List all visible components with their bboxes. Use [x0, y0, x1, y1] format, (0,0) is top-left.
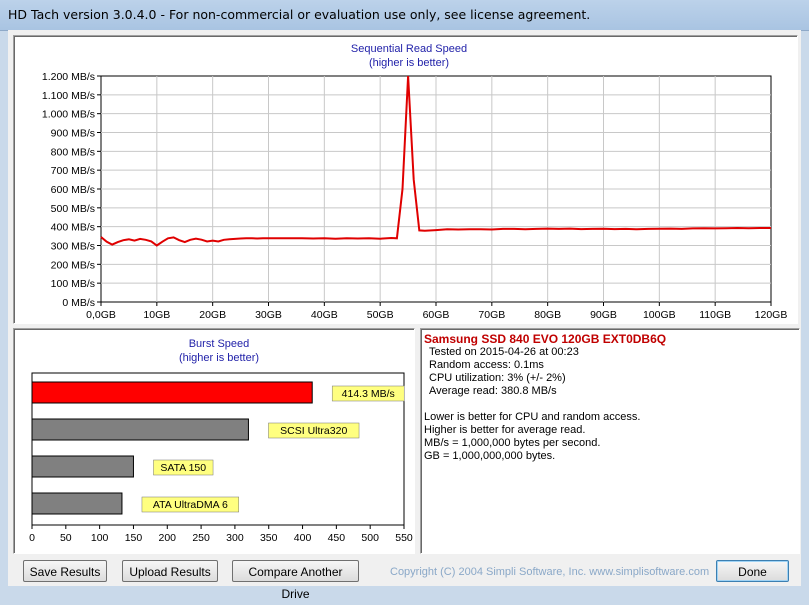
- burst-x-tick-label: 200: [159, 532, 177, 544]
- bar-label: SCSI Ultra320: [280, 425, 347, 437]
- y-tick-label: 1.000 MB/s: [42, 109, 95, 121]
- burst-speed-chart: Burst Speed (higher is better) 414.3 MB/…: [29, 338, 413, 544]
- burst-x-tick-label: 300: [226, 532, 244, 544]
- x-tick-label: 30GB: [255, 309, 282, 321]
- burst-x-tick-label: 100: [91, 532, 109, 544]
- title-bar[interactable]: HD Tach version 3.0.4.0 - For non-commer…: [0, 0, 809, 31]
- x-tick-label: 90GB: [590, 309, 617, 321]
- x-tick-label: 80GB: [534, 309, 561, 321]
- x-tick-label: 0,0GB: [86, 309, 116, 321]
- x-tick-label: 60GB: [423, 309, 450, 321]
- y-tick-label: 400 MB/s: [51, 222, 95, 234]
- x-tick-label: 50GB: [367, 309, 394, 321]
- burst-x-tick-label: 150: [125, 532, 143, 544]
- y-tick-label: 600 MB/s: [51, 184, 95, 196]
- random-access: Random access: 0.1ms: [429, 359, 544, 371]
- burst-x-tick-label: 500: [361, 532, 379, 544]
- main-window: Sequential Read Speed (higher is better)…: [8, 30, 801, 601]
- results-info-panel: Samsung SSD 840 EVO 120GB EXT0DB6Q Teste…: [420, 328, 800, 554]
- burst-title: Burst Speed: [189, 338, 250, 350]
- x-tick-label: 120GB: [755, 309, 788, 321]
- burst-bar: [31, 492, 123, 515]
- y-tick-label: 1.200 MB/s: [42, 71, 95, 83]
- burst-x-tick-label: 450: [328, 532, 346, 544]
- note-mbs-definition: MB/s = 1,000,000 bytes per second.: [424, 437, 601, 449]
- y-tick-label: 300 MB/s: [51, 241, 95, 253]
- x-tick-label: 20GB: [199, 309, 226, 321]
- average-read: Average read: 380.8 MB/s: [429, 385, 557, 397]
- y-tick-label: 0 MB/s: [62, 297, 95, 309]
- bar-label: 414.3 MB/s: [342, 388, 395, 400]
- y-tick-label: 200 MB/s: [51, 259, 95, 271]
- x-tick-label: 10GB: [143, 309, 170, 321]
- burst-bar: [31, 455, 134, 478]
- note-lower-better: Lower is better for CPU and random acces…: [424, 411, 641, 423]
- window-title: HD Tach version 3.0.4.0 - For non-commer…: [8, 7, 591, 22]
- x-tick-label: 100GB: [643, 309, 676, 321]
- burst-x-tick-label: 50: [60, 532, 72, 544]
- sequential-read-chart: Sequential Read Speed (higher is better)…: [42, 43, 788, 321]
- upload-results-button[interactable]: Upload Results: [122, 560, 218, 582]
- y-tick-label: 1.100 MB/s: [42, 90, 95, 102]
- bar-label: ATA UltraDMA 6: [153, 499, 228, 511]
- tested-date: Tested on 2015-04-26 at 00:23: [429, 346, 579, 358]
- copyright-text: Copyright (C) 2004 Simpli Software, Inc.…: [390, 566, 710, 578]
- x-tick-label: 70GB: [478, 309, 505, 321]
- burst-speed-panel: Burst Speed (higher is better) 414.3 MB/…: [13, 328, 415, 554]
- burst-x-tick-label: 550: [395, 532, 413, 544]
- burst-bar: [31, 418, 249, 441]
- burst-x-tick-label: 0: [29, 532, 35, 544]
- bar-label: SATA 150: [160, 462, 206, 474]
- drive-name: Samsung SSD 840 EVO 120GB EXT0DB6Q: [424, 332, 667, 346]
- burst-x-tick-label: 250: [192, 532, 210, 544]
- burst-x-tick-label: 350: [260, 532, 278, 544]
- chart-title: Sequential Read Speed: [351, 43, 467, 55]
- y-tick-label: 900 MB/s: [51, 128, 95, 140]
- save-results-button[interactable]: Save Results: [23, 560, 107, 582]
- y-tick-label: 700 MB/s: [51, 165, 95, 177]
- note-gb-definition: GB = 1,000,000,000 bytes.: [424, 450, 556, 462]
- sequential-read-panel: Sequential Read Speed (higher is better)…: [13, 35, 798, 324]
- compare-drive-button[interactable]: Compare Another Drive: [232, 560, 359, 601]
- y-tick-label: 800 MB/s: [51, 146, 95, 158]
- x-tick-label: 40GB: [311, 309, 338, 321]
- note-higher-better: Higher is better for average read.: [424, 424, 586, 436]
- chart-subtitle: (higher is better): [369, 57, 449, 69]
- burst-bar: [31, 381, 313, 404]
- y-tick-label: 100 MB/s: [51, 278, 95, 290]
- done-button[interactable]: Done: [716, 560, 789, 582]
- y-tick-label: 500 MB/s: [51, 203, 95, 215]
- burst-x-tick-label: 400: [294, 532, 312, 544]
- burst-subtitle: (higher is better): [179, 352, 259, 364]
- cpu-utilization: CPU utilization: 3% (+/- 2%): [429, 372, 566, 384]
- x-tick-label: 110GB: [699, 309, 731, 321]
